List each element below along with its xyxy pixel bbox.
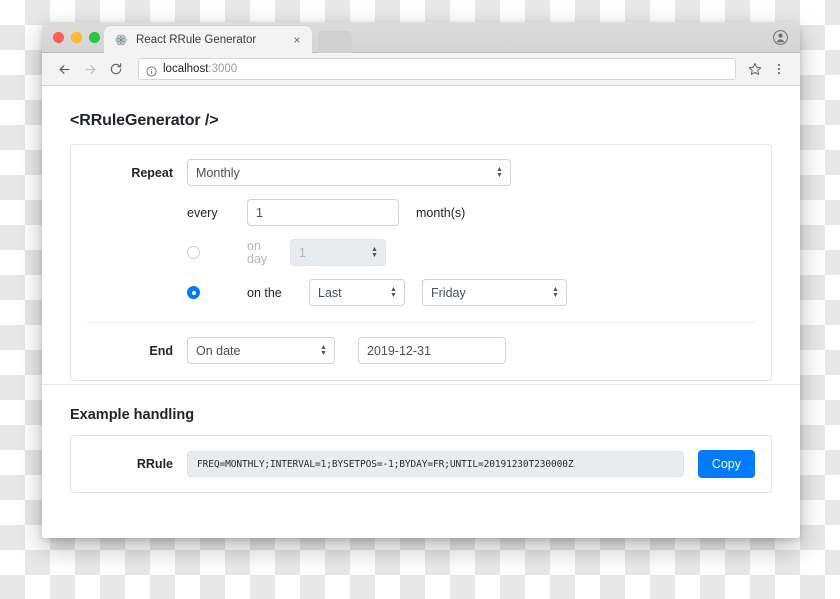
on-the-position-value: Last: [318, 285, 342, 300]
new-tab-button[interactable]: [318, 31, 352, 53]
window-controls: [53, 32, 100, 43]
on-the-radio-cell: [187, 286, 247, 299]
close-window-button[interactable]: [53, 32, 64, 43]
end-mode-select[interactable]: On date ▲ ▼: [187, 337, 335, 364]
back-button[interactable]: [52, 57, 76, 81]
copy-button[interactable]: Copy: [697, 450, 755, 478]
page-title: <RRuleGenerator />: [70, 112, 219, 129]
repeat-frequency-value: Monthly: [196, 165, 240, 180]
url-host: localhost: [163, 63, 209, 75]
end-label: End: [149, 343, 173, 358]
kebab-menu-icon[interactable]: [768, 58, 790, 80]
browser-tab[interactable]: React RRule Generator ×: [104, 26, 312, 53]
on-the-label: on the: [247, 285, 282, 300]
rrule-output-field[interactable]: FREQ=MONTHLY;INTERVAL=1;BYSETPOS=-1;BYDA…: [187, 451, 684, 477]
page-viewport: <RRuleGenerator /> Repeat Monthly ▲ ▼ eve…: [42, 86, 800, 538]
end-date-input[interactable]: 2019-12-31: [358, 337, 506, 364]
star-icon[interactable]: [744, 58, 766, 80]
browser-toolbar: localhost:3000: [42, 53, 800, 86]
browser-window: React RRule Generator × localhost:3000 <…: [42, 22, 800, 538]
end-date-value: 2019-12-31: [367, 343, 431, 358]
on-day-radio-cell: [187, 246, 247, 259]
on-day-number-select[interactable]: 1 ▲ ▼: [290, 239, 386, 266]
on-day-radio[interactable]: [187, 246, 200, 259]
section-divider: [42, 384, 800, 385]
forward-button[interactable]: [78, 57, 102, 81]
on-day-label-line2: day: [247, 251, 268, 266]
on-day-label-line1: on: [247, 238, 261, 253]
profile-avatar-icon[interactable]: [773, 30, 788, 45]
chevron-updown-icon: ▲ ▼: [371, 245, 378, 259]
chevron-updown-icon: ▲ ▼: [552, 285, 559, 299]
react-atom-icon: [114, 33, 128, 47]
address-bar-url: localhost:3000: [163, 63, 237, 75]
on-day-row: on day 1 ▲ ▼: [87, 239, 755, 266]
interval-suffix-label: month(s): [416, 205, 466, 220]
close-tab-button[interactable]: ×: [290, 33, 304, 47]
end-row: End On date ▲ ▼ 2019-12-31: [87, 322, 755, 364]
reload-button[interactable]: [104, 57, 128, 81]
interval-input[interactable]: 1: [247, 199, 399, 226]
repeat-label: Repeat: [131, 165, 173, 180]
on-the-weekday-select[interactable]: Friday ▲ ▼: [422, 279, 567, 306]
example-panel: RRule FREQ=MONTHLY;INTERVAL=1;BYSETPOS=-…: [70, 435, 772, 493]
browser-tab-title: React RRule Generator: [136, 33, 257, 46]
on-day-label: on day: [247, 238, 290, 266]
address-bar[interactable]: localhost:3000: [138, 58, 736, 80]
example-section: Example handling RRule FREQ=MONTHLY;INTE…: [42, 381, 800, 493]
on-the-position-select[interactable]: Last ▲ ▼: [309, 279, 405, 306]
browser-tab-strip: React RRule Generator ×: [42, 22, 800, 53]
minimize-window-button[interactable]: [71, 32, 82, 43]
chevron-updown-icon: ▲ ▼: [320, 343, 327, 357]
chevron-updown-icon: ▲ ▼: [496, 165, 503, 179]
on-day-number-value: 1: [299, 245, 306, 260]
rrule-generator-panel: Repeat Monthly ▲ ▼ every 1 month(s) on d…: [70, 144, 772, 381]
interval-value: 1: [256, 205, 263, 220]
info-circle-icon[interactable]: [146, 64, 157, 77]
rrule-row: RRule FREQ=MONTHLY;INTERVAL=1;BYSETPOS=-…: [87, 450, 755, 478]
rrule-label: RRule: [136, 457, 173, 471]
interval-row: every 1 month(s): [87, 199, 755, 226]
example-section-title: Example handling: [70, 407, 195, 423]
interval-prefix-label: every: [187, 205, 218, 220]
on-the-weekday-value: Friday: [431, 285, 466, 300]
repeat-frequency-select[interactable]: Monthly ▲ ▼: [187, 159, 511, 186]
end-mode-value: On date: [196, 343, 241, 358]
on-the-radio[interactable]: [187, 286, 200, 299]
url-port: :3000: [208, 63, 238, 75]
maximize-window-button[interactable]: [89, 32, 100, 43]
repeat-row: Repeat Monthly ▲ ▼: [87, 159, 755, 186]
on-the-row: on the Last ▲ ▼ Friday ▲ ▼: [87, 279, 755, 306]
chevron-updown-icon: ▲ ▼: [390, 285, 397, 299]
generator-section: <RRuleGenerator /> Repeat Monthly ▲ ▼ eve…: [42, 86, 800, 381]
